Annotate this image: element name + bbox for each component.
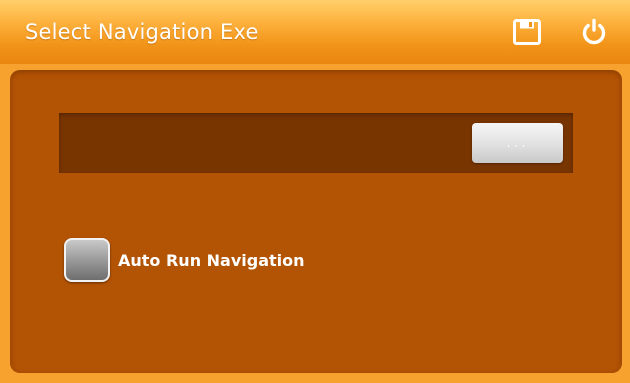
auto-run-navigation-option[interactable]: Auto Run Navigation [64,237,305,283]
navigation-selector-screen: Select Navigation Exe ... Auto Run Navig… [0,0,630,383]
power-icon [582,18,606,45]
browse-button[interactable]: ... [472,123,563,163]
settings-panel: ... Auto Run Navigation [10,70,622,373]
auto-run-label: Auto Run Navigation [118,250,305,270]
power-button[interactable] [578,16,610,48]
window-title: Select Navigation Exe [25,20,259,44]
auto-run-checkbox[interactable] [64,238,110,282]
title-bar: Select Navigation Exe [0,0,630,64]
floppy-disk-save-icon [513,19,541,45]
save-button[interactable] [511,16,543,48]
navigation-exe-path-field[interactable]: ... [59,113,573,173]
